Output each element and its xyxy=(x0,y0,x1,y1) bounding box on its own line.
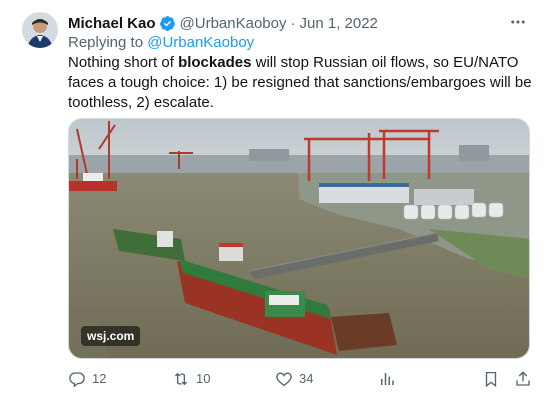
replying-to-label: Replying to xyxy=(68,34,144,51)
tweet-text-bold: blockades xyxy=(178,54,252,71)
like-button[interactable]: 34 xyxy=(275,370,313,388)
reply-icon xyxy=(69,372,85,388)
separator: · xyxy=(290,14,296,32)
media-watermark: wsj.com xyxy=(81,326,141,346)
tweet-text: Nothing short of blockades will stop Rus… xyxy=(68,53,534,113)
tweet-date[interactable]: Jun 1, 2022 xyxy=(300,15,378,32)
tweet-header: Michael Kao @UrbanKaoboy · Jun 1, 2022 xyxy=(68,13,378,33)
author-handle[interactable]: @UrbanKaoboy xyxy=(180,15,287,32)
views-icon xyxy=(381,373,394,385)
like-icon xyxy=(276,372,292,387)
avatar[interactable] xyxy=(22,12,58,48)
share-icon xyxy=(516,371,530,386)
tweet[interactable]: Michael Kao @UrbanKaoboy · Jun 1, 2022 R… xyxy=(0,0,548,400)
bookmark-button[interactable] xyxy=(482,370,506,388)
action-bar: 12 10 34 xyxy=(68,370,534,390)
reply-button[interactable]: 12 xyxy=(68,370,106,388)
replying-to: Replying to @UrbanKaoboy xyxy=(68,34,254,51)
author-name[interactable]: Michael Kao xyxy=(68,15,156,32)
tweet-photo[interactable]: wsj.com xyxy=(68,118,530,359)
retweet-count: 10 xyxy=(196,371,211,386)
retweet-button[interactable]: 10 xyxy=(172,370,210,388)
tweet-text-start: Nothing short of xyxy=(68,54,179,71)
views-button[interactable] xyxy=(378,370,402,388)
port-photo xyxy=(69,119,529,358)
more-icon[interactable] xyxy=(508,12,528,32)
retweet-icon xyxy=(174,372,188,386)
reply-count: 12 xyxy=(92,371,107,386)
replying-to-mention[interactable]: @UrbanKaoboy xyxy=(147,34,254,51)
verified-icon xyxy=(159,15,175,31)
like-count: 34 xyxy=(299,371,314,386)
bookmark-icon xyxy=(485,371,497,388)
share-button[interactable] xyxy=(514,370,538,388)
